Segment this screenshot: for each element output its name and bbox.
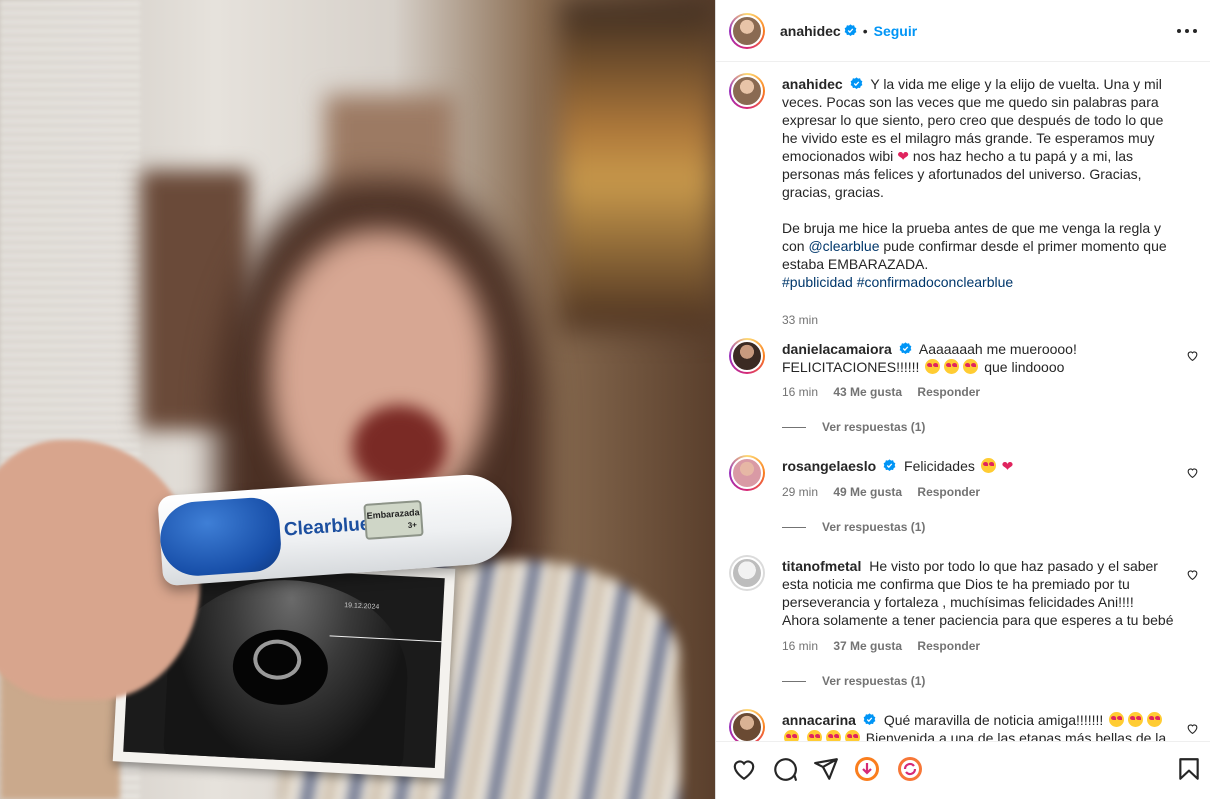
comment-time[interactable]: 16 min <box>782 639 818 653</box>
comment-item: rosangelaeslo Felicidades ❤ 29 min 49 Me… <box>729 455 1199 535</box>
view-replies-button[interactable]: Ver respuestas (1) <box>782 420 925 434</box>
view-replies-label: Ver respuestas (1) <box>822 520 926 534</box>
author-username[interactable]: anahidec <box>780 23 841 39</box>
verified-icon <box>844 24 857 37</box>
gift-icon[interactable] <box>854 756 880 782</box>
mention-link[interactable]: @clearblue <box>808 238 879 254</box>
heart-eyes-emoji <box>825 730 841 741</box>
comment-icon[interactable] <box>772 756 798 782</box>
comment-text: titanofmetal He visto por todo lo que ha… <box>782 557 1174 629</box>
view-replies-button[interactable]: Ver respuestas (1) <box>782 520 925 534</box>
reply-button[interactable]: Responder <box>917 485 980 499</box>
bookmark-icon[interactable] <box>1176 756 1202 782</box>
pregnancy-test-window: Embarazada 3+ <box>363 499 424 540</box>
verified-icon <box>850 77 863 90</box>
caption-time: 33 min <box>782 313 830 327</box>
comment-item: danielacamaiora Aaaaaaah me mueroooo! FE… <box>729 338 1199 438</box>
caption-avatar[interactable] <box>729 73 765 109</box>
comment-text: danielacamaiora Aaaaaaah me mueroooo! FE… <box>782 340 1174 376</box>
comment-username[interactable]: rosangelaeslo <box>782 458 876 474</box>
verified-icon <box>899 342 912 355</box>
comment-avatar[interactable] <box>729 338 765 374</box>
comment-username[interactable]: annacarina <box>782 712 856 728</box>
heart-eyes-emoji <box>1109 712 1125 727</box>
pregnancy-test-weeks: 3+ <box>407 520 418 530</box>
comment-likes[interactable]: 49 Me gusta <box>833 485 902 499</box>
comment-like-heart-icon[interactable] <box>1186 466 1199 479</box>
comment-body: Felicidades <box>904 458 975 474</box>
caption-username[interactable]: anahidec <box>782 76 843 92</box>
more-icon[interactable] <box>1177 22 1197 40</box>
comment-item: annacarina Qué maravilla de noticia amig… <box>729 709 1199 741</box>
comment-avatar[interactable] <box>729 555 765 591</box>
share-icon[interactable] <box>813 756 839 782</box>
comment-avatar[interactable] <box>729 709 765 741</box>
post-action-bar <box>716 741 1210 799</box>
hashtag-link-1[interactable]: #publicidad <box>782 274 853 290</box>
red-heart-emoji: ❤ <box>897 148 909 164</box>
comment-time[interactable]: 29 min <box>782 485 818 499</box>
comment-text: rosangelaeslo Felicidades ❤ <box>782 457 1174 475</box>
comment-time[interactable]: 16 min <box>782 385 818 399</box>
comment-like-heart-icon[interactable] <box>1186 349 1199 362</box>
author-avatar[interactable] <box>729 12 765 49</box>
comment-body: Qué maravilla de noticia amiga!!!!!!! <box>883 712 1104 728</box>
view-replies-button[interactable]: Ver respuestas (1) <box>782 674 925 688</box>
photo-shelf <box>560 0 715 330</box>
heart-eyes-emoji <box>784 730 799 741</box>
pregnancy-test-cap <box>157 495 283 579</box>
verified-icon <box>883 459 896 472</box>
heart-eyes-emoji <box>963 359 979 374</box>
comment-text: annacarina Qué maravilla de noticia amig… <box>782 711 1174 741</box>
post-header: anahidec • Seguir <box>716 0 1210 62</box>
heart-eyes-emoji <box>944 359 960 374</box>
reply-button[interactable]: Responder <box>917 639 980 653</box>
comment-like-heart-icon[interactable] <box>1186 568 1199 581</box>
comment-meta: 16 min 37 Me gusta Responder <box>782 639 992 653</box>
follow-button[interactable]: Seguir <box>874 23 918 39</box>
heart-eyes-emoji <box>1128 712 1144 727</box>
comment-username[interactable]: titanofmetal <box>782 558 861 574</box>
hashtag-link-2[interactable]: #confirmadoconclearblue <box>857 274 1013 290</box>
reply-button[interactable]: Responder <box>917 385 980 399</box>
verified-icon <box>863 713 876 726</box>
refresh-icon[interactable] <box>897 756 923 782</box>
heart-eyes-emoji <box>806 730 822 741</box>
view-replies-label: Ver respuestas (1) <box>822 674 926 688</box>
heart-icon[interactable] <box>731 756 757 782</box>
instagram-post-view: 19.12.2024 Clearblue Embarazada 3+ anahi… <box>0 0 1210 799</box>
heart-eyes-emoji <box>980 458 996 473</box>
post-photo[interactable]: 19.12.2024 Clearblue Embarazada 3+ <box>0 0 715 799</box>
post-caption: anahidec Y la vida me elige y la elijo d… <box>729 73 1199 327</box>
heart-eyes-emoji <box>1147 712 1163 727</box>
comment-likes[interactable]: 37 Me gusta <box>833 639 902 653</box>
pregnancy-test-result: Embarazada <box>366 507 420 521</box>
red-heart-emoji: ❤ <box>1001 458 1014 474</box>
view-replies-label: Ver respuestas (1) <box>822 420 926 434</box>
heart-eyes-emoji <box>844 730 860 741</box>
comment-username[interactable]: danielacamaiora <box>782 341 892 357</box>
comment-meta: 16 min 43 Me gusta Responder <box>782 385 992 399</box>
heart-eyes-emoji <box>925 359 941 374</box>
caption-timestamp[interactable]: 33 min <box>782 313 818 327</box>
caption-text: anahidec Y la vida me elige y la elijo d… <box>782 75 1174 291</box>
comments-scroll-area[interactable]: anahidec Y la vida me elige y la elijo d… <box>716 63 1210 741</box>
comment-body-2: que lindoooo <box>984 359 1065 375</box>
comment-likes[interactable]: 43 Me gusta <box>833 385 902 399</box>
post-side-panel: anahidec • Seguir anahidec Y la vida me … <box>715 0 1210 799</box>
comment-meta: 29 min 49 Me gusta Responder <box>782 485 992 499</box>
comment-item: titanofmetal He visto por todo lo que ha… <box>729 555 1199 695</box>
comment-avatar[interactable] <box>729 455 765 491</box>
comment-like-heart-icon[interactable] <box>1186 722 1199 735</box>
header-separator: • <box>862 22 868 39</box>
pregnancy-test-brand: Clearblue <box>283 513 372 541</box>
